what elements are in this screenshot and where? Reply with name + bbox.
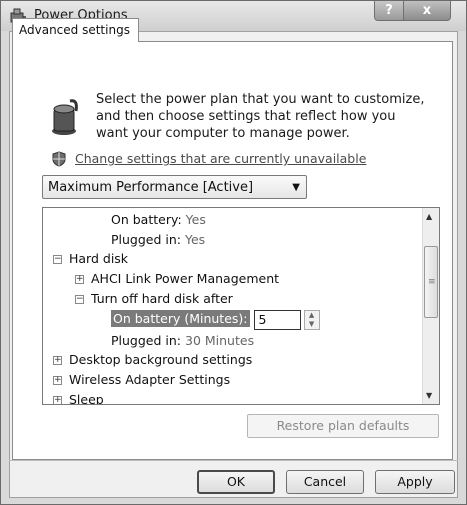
expand-icon[interactable]: + bbox=[53, 356, 62, 365]
tree-row-value: Yes bbox=[185, 232, 206, 247]
shield-icon bbox=[51, 151, 67, 167]
close-button[interactable]: x bbox=[403, 1, 451, 21]
tree-row-wireless-adapter[interactable]: + Wireless Adapter Settings bbox=[53, 370, 230, 390]
expand-icon[interactable]: + bbox=[53, 376, 62, 385]
apply-button[interactable]: Apply bbox=[375, 470, 455, 494]
tree-row-label: Sleep bbox=[69, 392, 104, 405]
power-plan-icon bbox=[48, 97, 80, 137]
tree-row-label: On battery: bbox=[111, 212, 182, 227]
tree-row-label: Hard disk bbox=[69, 251, 129, 266]
tree-row-label: Desktop background settings bbox=[69, 352, 253, 367]
tree-row: Plugged in: Yes bbox=[111, 230, 205, 250]
tree-row-value: 30 Minutes bbox=[185, 333, 255, 348]
tree-row-sleep[interactable]: + Sleep bbox=[53, 390, 104, 405]
collapse-icon[interactable]: − bbox=[75, 295, 84, 304]
power-plan-select-value: Maximum Performance [Active] bbox=[48, 180, 254, 195]
tree-row-on-battery-minutes[interactable]: On battery (Minutes): 5 ▲ ▼ bbox=[111, 309, 320, 331]
vertical-scrollbar[interactable]: ▲ ≡ ▼ bbox=[422, 208, 439, 404]
intro-text: Select the power plan that you want to c… bbox=[96, 92, 425, 141]
tree-row-value: Yes bbox=[185, 212, 206, 227]
tree-row-label: Plugged in: bbox=[111, 333, 182, 348]
tree-row: Plugged in: 30 Minutes bbox=[111, 331, 254, 351]
settings-tree[interactable]: On battery: Yes Plugged in: Yes − Hard di… bbox=[42, 207, 440, 405]
divider bbox=[9, 460, 458, 461]
tree-row-label: Plugged in: bbox=[111, 232, 182, 247]
tree-row-hard-disk[interactable]: − Hard disk bbox=[53, 249, 128, 269]
tree-row-label: AHCI Link Power Management bbox=[91, 271, 280, 286]
power-plan-select[interactable]: Maximum Performance [Active] ▼ bbox=[42, 175, 307, 199]
tree-row-label: Turn off hard disk after bbox=[91, 291, 233, 306]
grip-icon: ≡ bbox=[428, 277, 436, 287]
scroll-up-arrow-icon[interactable]: ▲ bbox=[426, 212, 432, 221]
tree-row-desktop-background[interactable]: + Desktop background settings bbox=[53, 350, 252, 370]
restore-plan-defaults-button[interactable]: Restore plan defaults bbox=[247, 414, 439, 438]
chevron-down-icon: ▼ bbox=[292, 182, 300, 193]
collapse-icon[interactable]: − bbox=[53, 255, 62, 264]
expand-icon[interactable]: + bbox=[53, 396, 62, 404]
tab-advanced-settings[interactable]: Advanced settings bbox=[12, 18, 139, 42]
change-settings-link[interactable]: Change settings that are currently unava… bbox=[75, 151, 366, 166]
expand-icon[interactable]: + bbox=[75, 275, 84, 284]
ok-button[interactable]: OK bbox=[197, 470, 275, 494]
help-button[interactable]: ? bbox=[374, 1, 404, 21]
tree-row-label: Wireless Adapter Settings bbox=[69, 372, 231, 387]
power-options-window: Power Options ? x Advanced settings Sele… bbox=[0, 0, 467, 505]
scroll-down-arrow-icon[interactable]: ▼ bbox=[426, 391, 432, 400]
cancel-button[interactable]: Cancel bbox=[286, 470, 364, 494]
tree-row: On battery: Yes bbox=[111, 210, 206, 230]
tree-row-ahci[interactable]: + AHCI Link Power Management bbox=[75, 269, 279, 289]
spin-buttons[interactable]: ▲ ▼ bbox=[303, 309, 320, 330]
minutes-input[interactable]: 5 bbox=[253, 309, 301, 330]
scroll-thumb[interactable]: ≡ bbox=[424, 246, 438, 318]
selected-row-label: On battery (Minutes): bbox=[111, 310, 250, 327]
tree-row-turn-off-hard-disk[interactable]: − Turn off hard disk after bbox=[75, 289, 233, 309]
